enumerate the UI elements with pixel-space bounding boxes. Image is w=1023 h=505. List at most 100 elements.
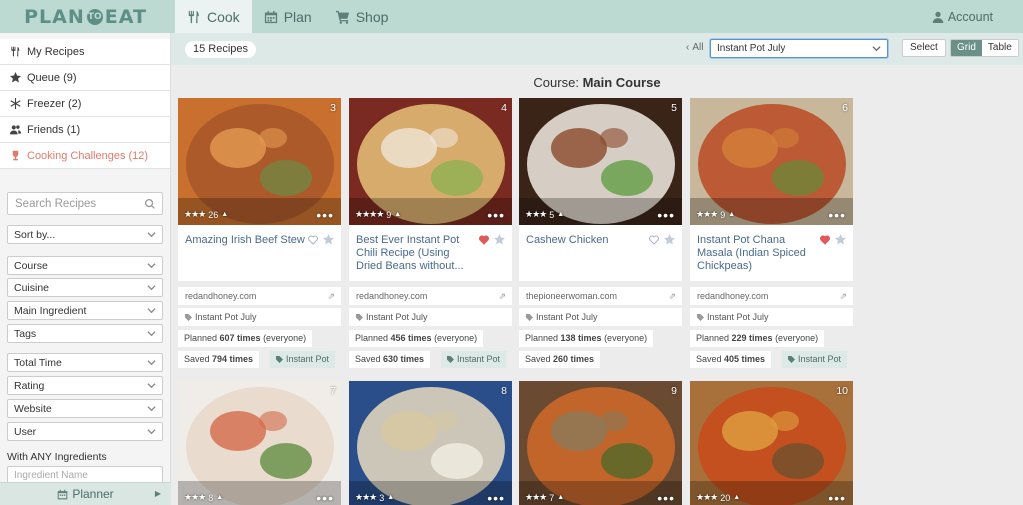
recipe-photo[interactable]: 9 ★★★ 7 ▲ ••• bbox=[519, 381, 682, 505]
recipe-photo[interactable]: 8 ★★★ 3 ▲ ••• bbox=[349, 381, 512, 505]
saved-count: 260 times bbox=[553, 354, 595, 364]
more-options-icon[interactable]: ••• bbox=[316, 491, 334, 505]
recipe-photo[interactable]: 10 ★★★ 20 ▲ ••• bbox=[690, 381, 853, 505]
sidebar-item-cooking-challenges[interactable]: Cooking Challenges (12) bbox=[0, 143, 170, 169]
rating-stars: ★★★ bbox=[184, 492, 206, 502]
tab-shop[interactable]: Shop bbox=[324, 0, 401, 33]
heart-outline-icon[interactable] bbox=[308, 235, 318, 245]
filter-user-select[interactable]: User bbox=[7, 422, 163, 441]
grid-view-button[interactable]: Grid bbox=[951, 40, 982, 56]
rating-count: 20 bbox=[720, 492, 731, 503]
people-icon: ▲ bbox=[733, 494, 741, 501]
tag-icon bbox=[526, 313, 533, 321]
recipe-number: 7 bbox=[330, 385, 336, 397]
filter-tags-select[interactable]: Tags bbox=[7, 324, 163, 343]
recipe-collection[interactable]: Instant Pot July bbox=[690, 308, 853, 326]
people-icon: ▲ bbox=[557, 494, 565, 501]
sidebar-item-label: Friends (1) bbox=[27, 123, 81, 136]
more-options-icon[interactable]: ••• bbox=[657, 491, 675, 505]
recipe-tag[interactable]: Instant Pot bbox=[441, 351, 507, 368]
recipe-image bbox=[690, 98, 853, 225]
rating-count: 9 bbox=[720, 209, 726, 220]
chevron-down-icon bbox=[872, 46, 881, 52]
collection-select[interactable]: Instant Pot July bbox=[710, 39, 888, 58]
user-icon bbox=[932, 11, 944, 23]
planned-suffix: (everyone) bbox=[431, 333, 478, 343]
search-input[interactable]: Search Recipes bbox=[7, 192, 163, 215]
recipe-title[interactable]: Amazing Irish Beef Stew bbox=[185, 234, 305, 247]
star-icon[interactable] bbox=[664, 234, 675, 245]
recipe-source[interactable]: redandhoney.com ⇗ bbox=[349, 287, 512, 305]
tag-icon bbox=[276, 356, 283, 363]
filter-label: Cuisine bbox=[14, 281, 50, 294]
filter-main-ingredient-select[interactable]: Main Ingredient bbox=[7, 301, 163, 320]
recipe-rating: ★★★ 8 ▲ bbox=[184, 492, 223, 503]
recipe-title[interactable]: Instant Pot Chana Masala (Indian Spiced … bbox=[697, 234, 817, 273]
course-name: Main Course bbox=[582, 75, 661, 90]
more-options-icon[interactable]: ••• bbox=[657, 208, 675, 222]
recipe-photo[interactable]: 6 ★★★ 9 ▲ ••• bbox=[690, 98, 853, 225]
recipe-collection[interactable]: Instant Pot July bbox=[349, 308, 512, 326]
recipe-collection[interactable]: Instant Pot July bbox=[178, 308, 341, 326]
filter-total-time-select[interactable]: Total Time bbox=[7, 353, 163, 372]
recipe-photo[interactable]: 3 ★★★ 26 ▲ ••• bbox=[178, 98, 341, 225]
sort-select[interactable]: Sort by... bbox=[7, 225, 163, 244]
recipe-rating: ★★★ 20 ▲ bbox=[696, 492, 740, 503]
rating-count: 7 bbox=[549, 492, 555, 503]
course-prefix: Course: bbox=[533, 75, 583, 90]
external-link-icon: ⇗ bbox=[327, 291, 335, 301]
recipe-collection[interactable]: Instant Pot July bbox=[519, 308, 682, 326]
star-icon[interactable] bbox=[494, 234, 505, 245]
recipe-photo[interactable]: 5 ★★★ 5 ▲ ••• bbox=[519, 98, 682, 225]
select-button[interactable]: Select bbox=[902, 39, 946, 57]
calendar-icon bbox=[58, 489, 68, 499]
filter-cuisine-select[interactable]: Cuisine bbox=[7, 278, 163, 297]
filter-website-select[interactable]: Website bbox=[7, 399, 163, 418]
logo-mark: TO bbox=[86, 8, 103, 25]
filter-label: Main Ingredient bbox=[14, 304, 87, 317]
recipe-source[interactable]: redandhoney.com ⇗ bbox=[690, 287, 853, 305]
recipe-source[interactable]: thepioneerwoman.com ⇗ bbox=[519, 287, 682, 305]
recipe-photo[interactable]: 4 ★★★★ 9 ▲ ••• bbox=[349, 98, 512, 225]
sidebar-item-queue[interactable]: Queue (9) bbox=[0, 65, 170, 91]
heart-filled-icon[interactable] bbox=[479, 235, 489, 245]
logo[interactable]: PLAN TO EAT bbox=[0, 0, 171, 33]
recipe-tag[interactable]: Instant Pot bbox=[782, 351, 848, 368]
planned-stat: Planned 456 times (everyone) bbox=[349, 330, 484, 347]
sidebar-item-freezer[interactable]: Freezer (2) bbox=[0, 91, 170, 117]
recipe-title[interactable]: Cashew Chicken bbox=[526, 234, 646, 247]
chevron-down-icon bbox=[147, 406, 156, 412]
sort-label: Sort by... bbox=[14, 228, 56, 241]
recipe-photo[interactable]: 7 ★★★ 8 ▲ ••• bbox=[178, 381, 341, 505]
saved-count: 405 times bbox=[724, 354, 766, 364]
cart-icon bbox=[335, 10, 349, 24]
tab-cook-label: Cook bbox=[207, 8, 240, 25]
sidebar-item-my-recipes[interactable]: My Recipes bbox=[0, 39, 170, 65]
recipe-source[interactable]: redandhoney.com ⇗ bbox=[178, 287, 341, 305]
more-options-icon[interactable]: ••• bbox=[316, 208, 334, 222]
filter-course-select[interactable]: Course bbox=[7, 256, 163, 275]
all-collections-link[interactable]: ‹ All bbox=[686, 42, 703, 53]
logo-right: EAT bbox=[104, 5, 147, 28]
more-options-icon[interactable]: ••• bbox=[828, 208, 846, 222]
more-options-icon[interactable]: ••• bbox=[828, 491, 846, 505]
star-icon[interactable] bbox=[835, 234, 846, 245]
recipe-tag[interactable]: Instant Pot bbox=[270, 351, 336, 368]
filter-rating-select[interactable]: Rating bbox=[7, 376, 163, 395]
planner-toggle[interactable]: Planner ▶ bbox=[0, 482, 171, 505]
heart-outline-icon[interactable] bbox=[649, 235, 659, 245]
sidebar-item-friends[interactable]: Friends (1) bbox=[0, 117, 170, 143]
recipe-title[interactable]: Best Ever Instant Pot Chili Recipe (Usin… bbox=[356, 234, 476, 273]
heart-filled-icon[interactable] bbox=[820, 235, 830, 245]
recipe-number: 5 bbox=[671, 102, 677, 114]
tab-plan[interactable]: Plan bbox=[252, 0, 324, 33]
external-link-icon: ⇗ bbox=[498, 291, 506, 301]
account-menu[interactable]: Account bbox=[932, 0, 993, 33]
logo-left: PLAN bbox=[24, 5, 85, 28]
table-view-button[interactable]: Table bbox=[981, 40, 1018, 56]
more-options-icon[interactable]: ••• bbox=[487, 491, 505, 505]
sidebar-item-label: Freezer (2) bbox=[27, 97, 82, 110]
star-icon[interactable] bbox=[323, 234, 334, 245]
tab-cook[interactable]: Cook bbox=[175, 0, 252, 33]
more-options-icon[interactable]: ••• bbox=[487, 208, 505, 222]
